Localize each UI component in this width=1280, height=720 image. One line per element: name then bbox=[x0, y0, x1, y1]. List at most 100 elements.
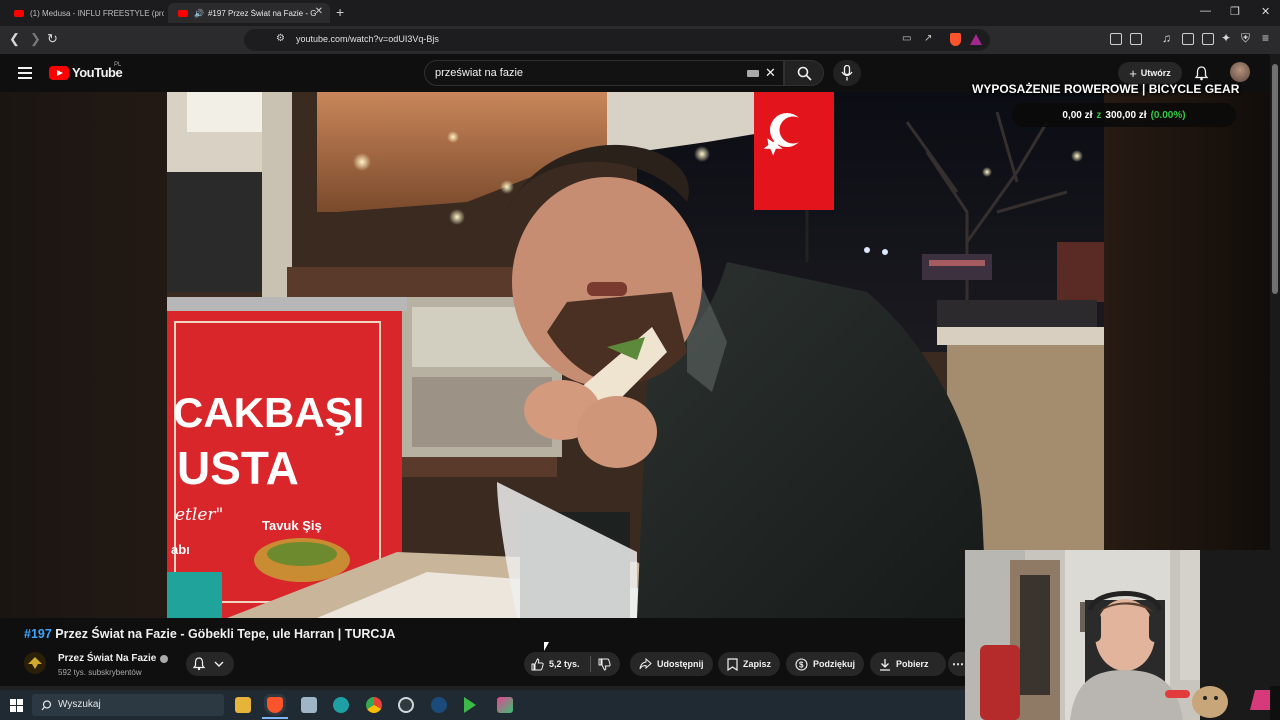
screen-cast-icon[interactable]: ▭ bbox=[902, 33, 911, 44]
tab-title: (1) Medusa - INFLU FREESTYLE (prod bbox=[30, 8, 164, 18]
youtube-favicon-icon bbox=[14, 9, 24, 17]
share-button[interactable]: Udostępnij bbox=[630, 652, 713, 676]
like-count: 5,2 tys. bbox=[549, 659, 580, 669]
notifications-bell-icon[interactable] bbox=[1194, 66, 1209, 81]
vpn-shield-icon[interactable]: ⛨ bbox=[1241, 31, 1250, 46]
goal-current: 0,00 zł bbox=[1062, 109, 1093, 121]
streaming-app-icon[interactable] bbox=[497, 697, 513, 713]
back-icon[interactable]: ❮ bbox=[9, 31, 20, 47]
app-icon-generic[interactable] bbox=[301, 697, 317, 713]
browser-tab-strip: (1) Medusa - INFLU FREESTYLE (prod 🔊 #19… bbox=[0, 0, 1280, 26]
menu-icon[interactable]: ≡ bbox=[1262, 31, 1269, 45]
video-title-hashtag[interactable]: #197 bbox=[24, 627, 52, 641]
save-label: Zapisz bbox=[743, 659, 772, 669]
download-label: Pobierz bbox=[896, 659, 929, 669]
brave-browser-icon[interactable] bbox=[267, 697, 283, 713]
voice-search-button[interactable] bbox=[833, 60, 861, 86]
sign-text-etler: etler" bbox=[175, 505, 223, 525]
goal-connector: z bbox=[1096, 109, 1102, 121]
brave-rewards-icon[interactable] bbox=[970, 34, 982, 45]
browser-tab-medusa[interactable]: (1) Medusa - INFLU FREESTYLE (prod bbox=[4, 3, 164, 23]
create-button[interactable]: + Utwórz bbox=[1118, 62, 1182, 84]
webcam-feed bbox=[965, 550, 1270, 720]
more-actions-button[interactable]: ⋯ bbox=[948, 652, 965, 676]
mouse-cursor-icon bbox=[544, 642, 549, 651]
youtube-favicon-icon bbox=[178, 9, 188, 17]
goal-progress-pill: 0,00 zł z 300,00 zł (0.00%) bbox=[1012, 103, 1236, 127]
youtube-logo-icon[interactable] bbox=[49, 66, 69, 80]
clear-search-icon[interactable]: ✕ bbox=[765, 65, 776, 81]
search-button[interactable] bbox=[784, 60, 824, 86]
bookmark-save-icon bbox=[727, 657, 738, 671]
forward-icon[interactable]: ❯ bbox=[30, 31, 41, 47]
active-app-indicator bbox=[262, 717, 288, 719]
sign-text-abi: abı bbox=[171, 542, 190, 557]
like-dislike-group: 5,2 tys. bbox=[524, 652, 620, 676]
minimize-icon[interactable]: — bbox=[1200, 5, 1211, 17]
close-tab-icon[interactable]: ✕ bbox=[315, 6, 323, 17]
search-box[interactable]: przeświat na fazie ✕ bbox=[424, 60, 784, 86]
webcam-overlay bbox=[965, 550, 1270, 720]
bell-ringing-icon bbox=[192, 657, 206, 671]
url-text: youtube.com/watch?v=odUI3Vq-Bjs bbox=[296, 34, 439, 44]
page-scrollbar[interactable] bbox=[1270, 54, 1280, 686]
obs-studio-icon[interactable] bbox=[398, 697, 414, 713]
site-settings-icon[interactable]: ⚙ bbox=[276, 33, 285, 44]
download-icon bbox=[880, 658, 890, 671]
extensions-icon[interactable] bbox=[1110, 33, 1122, 45]
sidebar-icon[interactable] bbox=[1130, 33, 1142, 45]
thumbs-down-icon bbox=[598, 658, 611, 671]
dislike-button[interactable] bbox=[596, 652, 620, 676]
sign-text-usta: USTA bbox=[177, 442, 299, 494]
close-window-icon[interactable]: ✕ bbox=[1261, 5, 1270, 18]
chevron-down-icon bbox=[214, 661, 224, 667]
file-explorer-icon[interactable] bbox=[235, 697, 251, 713]
region-label: PL bbox=[114, 62, 122, 68]
share-page-icon[interactable]: ↗ bbox=[924, 33, 932, 44]
channel-logo-icon bbox=[25, 653, 45, 673]
steam-icon[interactable] bbox=[431, 697, 447, 713]
video-title-text: Przez Świat na Fazie - Göbekli Tepe, ule… bbox=[51, 627, 396, 641]
media-player-icon[interactable] bbox=[464, 697, 476, 713]
windows-start-icon[interactable] bbox=[10, 699, 23, 712]
chrome-browser-icon[interactable] bbox=[366, 697, 382, 713]
sign-text-tavuk: Tavuk Şiş bbox=[262, 518, 322, 533]
music-icon[interactable]: ♫ bbox=[1162, 31, 1171, 45]
microphone-icon bbox=[841, 65, 853, 81]
download-button[interactable]: Pobierz bbox=[870, 652, 946, 676]
browser-toolbar: ❮ ❯ ↻ ▯ ⚙ youtube.com/watch?v=odUI3Vq-Bj… bbox=[0, 26, 1280, 54]
like-divider bbox=[590, 656, 591, 672]
brave-shield-icon[interactable] bbox=[950, 33, 961, 46]
keyboard-icon[interactable] bbox=[747, 70, 759, 77]
wallet-icon[interactable] bbox=[1202, 33, 1214, 45]
svg-text:$: $ bbox=[799, 660, 804, 669]
verified-icon bbox=[160, 655, 168, 663]
edge-browser-icon[interactable] bbox=[333, 697, 349, 713]
goal-title: WYPOSAŻENIE ROWEROWE | BICYCLE GEAR bbox=[972, 82, 1240, 96]
windows-taskbar: Wyszukaj bbox=[0, 690, 965, 720]
search-icon bbox=[797, 66, 812, 81]
sign-text-cakbasi: CAKBAŞI bbox=[173, 389, 364, 436]
channel-avatar[interactable] bbox=[24, 652, 46, 674]
subscribed-bell-button[interactable] bbox=[186, 652, 234, 676]
save-button[interactable]: Zapisz bbox=[718, 652, 781, 676]
hamburger-menu-icon[interactable] bbox=[18, 67, 32, 82]
restore-icon[interactable]: ❐ bbox=[1230, 5, 1240, 18]
taskbar-search-box[interactable]: Wyszukaj bbox=[32, 694, 224, 716]
browser-tab-active[interactable]: 🔊 #197 Przez Świat na Fazie - G ✕ bbox=[168, 3, 330, 23]
channel-name[interactable]: Przez Świat Na Fazie bbox=[58, 653, 156, 664]
new-tab-icon[interactable]: + bbox=[336, 4, 344, 20]
thumbs-up-icon bbox=[531, 657, 544, 670]
leo-ai-icon[interactable]: ✦ bbox=[1221, 31, 1231, 45]
thanks-label: Podziękuj bbox=[813, 659, 856, 669]
thanks-button[interactable]: $ Podziękuj bbox=[786, 652, 865, 676]
reload-icon[interactable]: ↻ bbox=[47, 31, 58, 47]
scrollbar-thumb[interactable] bbox=[1272, 64, 1278, 294]
address-bar[interactable]: ⚙ youtube.com/watch?v=odUI3Vq-Bjs ▭ ↗ bbox=[244, 29, 990, 51]
video-title: #197 Przez Świat na Fazie - Göbekli Tepe… bbox=[24, 627, 395, 641]
user-avatar[interactable] bbox=[1230, 62, 1250, 82]
reading-list-icon[interactable] bbox=[1182, 33, 1194, 45]
search-input[interactable]: przeświat na fazie bbox=[435, 67, 523, 79]
video-player[interactable]: CAKBAŞI USTA etler" Tavuk Şiş abı bbox=[167, 92, 1104, 618]
like-button[interactable]: 5,2 tys. bbox=[524, 652, 590, 676]
